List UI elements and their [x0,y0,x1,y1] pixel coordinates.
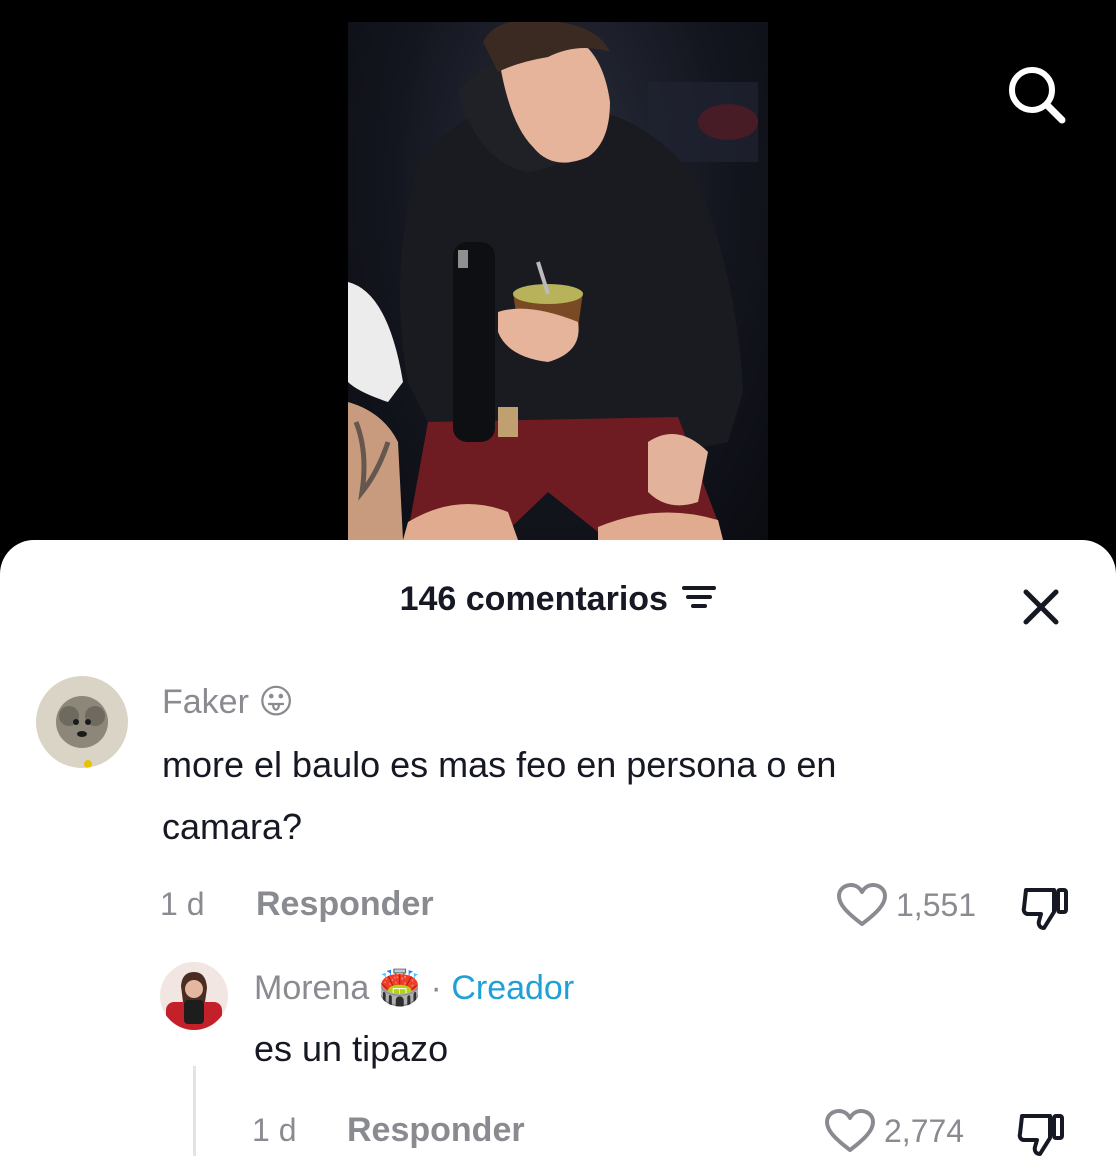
sort-lines-icon[interactable] [682,582,717,617]
video-thumbnail[interactable] [348,22,768,540]
dislike-button[interactable] [1020,884,1072,937]
like-button[interactable]: 1,551 [836,882,976,928]
reply-button[interactable]: Responder [256,885,434,924]
reply-thread-line [193,1066,196,1156]
heart-icon [825,1109,875,1152]
reply-text: es un tipazo [254,1028,449,1069]
reply-like-count: 2,774 [884,1112,965,1149]
reply-reply-button[interactable]: Responder [347,1111,525,1150]
video-scene [348,22,758,540]
comment-text: more el baulo es mas feo en persona o en… [162,744,837,847]
close-icon [1023,589,1059,625]
thumbs-down-icon [1017,1114,1064,1156]
comment-time: 1 d [160,886,205,922]
search-button[interactable] [1000,58,1072,130]
reply-avatar[interactable] [160,962,228,1030]
avatar[interactable] [36,676,128,768]
video-area [0,0,1116,560]
reply-time: 1 d [252,1112,297,1148]
comment-username[interactable]: Faker 😛 [162,682,294,722]
reply-dislike-button[interactable] [1016,1110,1068,1163]
comments-sheet: 146 comentarios Faker 😛 more el baulo es… [0,540,1116,1166]
creator-badge: Creador [451,969,575,1007]
heart-icon [837,883,887,926]
reply-like-button[interactable]: 2,774 [824,1108,964,1154]
close-button[interactable] [1016,582,1066,632]
stadium-emoji-icon: 🏟️ [378,969,422,1007]
reply-username[interactable]: Morena 🏟️ · Creador [254,968,574,1008]
thumbs-down-icon [1021,888,1068,930]
tongue-emoji-icon: 😛 [258,683,294,721]
comment-count: 146 comentarios [399,580,668,618]
comments-header: 146 comentarios [0,540,1116,660]
search-icon [1009,67,1066,124]
like-count: 1,551 [896,886,977,923]
